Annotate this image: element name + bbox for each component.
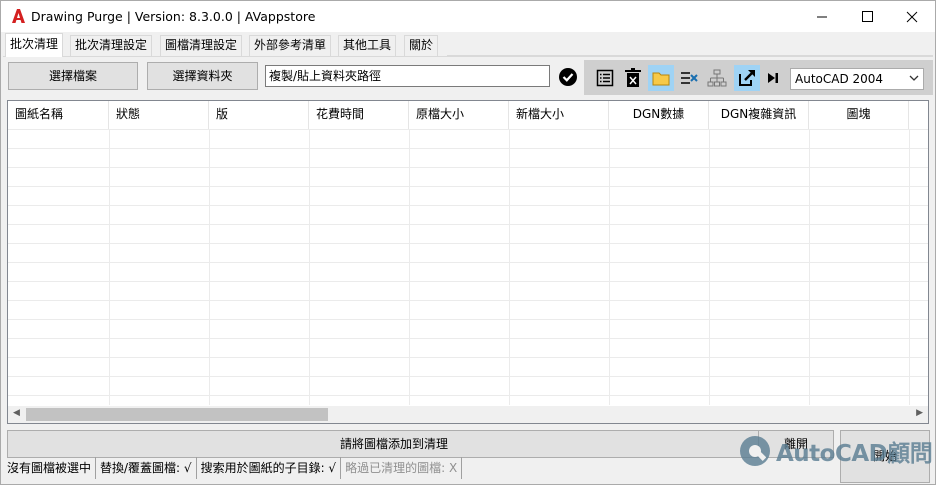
main-panel: 選擇檔案 選擇資料夾 複製/貼上資料夾路徑 AutoCAD 2004 圖紙名稱 … [3,56,933,484]
grid-col-line [909,129,910,405]
status-no-selection: 沒有圖檔被選中 [3,457,97,479]
status-skip-cleaned: 略過已清理的圖檔: X [341,457,463,479]
status-replace: 替換/覆蓋圖檔: √ [96,457,197,479]
maximize-icon [861,11,873,22]
grid-rows [8,129,928,405]
col-header-new-size[interactable]: 新檔大小 [509,101,609,129]
scroll-right-icon[interactable]: ▶ [916,408,923,418]
grid-row-line [8,262,928,263]
app-window: Drawing Purge | Version: 8.3.0.0 | AVapp… [0,0,936,485]
grid-row-line [8,319,928,320]
tab-drawing-settings[interactable]: 圖檔清理設定 [160,35,243,56]
minimize-icon [816,16,827,18]
start-button[interactable]: 開始 [840,430,930,483]
tab-batch-purge[interactable]: 批次清理 [5,33,64,57]
grid-col-line [809,129,810,405]
grid-row-line [8,148,928,149]
grid-row-line [8,129,928,130]
confirm-check-icon[interactable] [558,67,578,87]
autocad-version-select[interactable]: AutoCAD 2004 [790,68,924,90]
col-header-dgn-data[interactable]: DGN數據 [609,101,709,129]
col-header-name[interactable]: 圖紙名稱 [8,101,109,129]
grid-row-line [8,338,928,339]
select-folder-button[interactable]: 選擇資料夾 [147,62,258,90]
horizontal-scrollbar[interactable]: ◀ ▶ [8,406,928,423]
tab-strip: 批次清理 批次清理設定 圖檔清理設定 外部參考清單 其他工具 關於 [1,33,935,57]
tool-icon-bar: AutoCAD 2004 [584,60,933,95]
close-button[interactable] [889,1,935,32]
window-title: Drawing Purge | Version: 8.3.0.0 | AVapp… [31,9,316,24]
tree-icon[interactable] [704,65,730,91]
col-header-blocks[interactable]: 圖塊 [809,101,909,129]
export-icon[interactable] [734,65,760,91]
col-header-version[interactable]: 版 [209,101,309,129]
grid-col-line [309,129,310,405]
status-search-subdirs: 搜索用於圖紙的子目錄: √ [197,457,342,479]
minimize-button[interactable] [799,1,845,32]
col-header-time[interactable]: 花費時間 [309,101,409,129]
grid-row-line [8,224,928,225]
delete-icon[interactable] [620,65,646,91]
grid-row-line [8,186,928,187]
add-drawings-prompt-button[interactable]: 請將圖檔添加到清理 [7,430,781,458]
grid-col-line [109,129,110,405]
col-header-orig-size[interactable]: 原檔大小 [409,101,509,129]
title-bar: Drawing Purge | Version: 8.3.0.0 | AVapp… [1,1,935,32]
status-bar: 沒有圖檔被選中 替換/覆蓋圖檔: √ 搜索用於圖紙的子目錄: √ 略過已清理的圖… [3,457,463,479]
version-selected-value: AutoCAD 2004 [795,72,884,86]
grid-row-line [8,205,928,206]
col-header-status[interactable]: 狀態 [109,101,209,129]
grid-row-line [8,300,928,301]
autocad-logo-icon [12,9,25,23]
maximize-button[interactable] [844,1,890,32]
chevron-down-icon [909,75,919,81]
drawings-grid[interactable]: 圖紙名稱 狀態 版 花費時間 原檔大小 新檔大小 DGN數據 DGN複雜資訊 圖… [7,100,929,424]
grid-col-line [709,129,710,405]
skip-to-end-icon[interactable] [760,65,786,91]
list-icon[interactable] [592,65,618,91]
folder-icon[interactable] [648,65,674,91]
folder-path-input[interactable]: 複製/貼上資料夾路徑 [265,65,550,87]
tab-batch-settings[interactable]: 批次清理設定 [70,35,153,56]
tab-other-tools[interactable]: 其他工具 [338,35,397,56]
col-header-dgn-complex[interactable]: DGN複雜資訊 [709,101,809,129]
grid-col-line [209,129,210,405]
exit-button[interactable]: 離開 [758,430,834,458]
clear-list-icon[interactable] [676,65,702,91]
grid-row-line [8,243,928,244]
grid-col-line [509,129,510,405]
grid-col-line [409,129,410,405]
tab-about[interactable]: 關於 [404,35,439,56]
grid-header: 圖紙名稱 狀態 版 花費時間 原檔大小 新檔大小 DGN數據 DGN複雜資訊 圖… [8,101,928,129]
grid-col-line [609,129,610,405]
scroll-left-icon[interactable]: ◀ [13,408,20,418]
grid-row-line [8,357,928,358]
select-files-button[interactable]: 選擇檔案 [8,62,138,90]
scroll-thumb[interactable] [26,408,328,421]
grid-row-line [8,281,928,282]
tab-xref-list[interactable]: 外部參考清單 [249,35,332,56]
grid-row-line [8,167,928,168]
grid-row-line [8,376,928,377]
grid-row-line [8,395,928,396]
close-icon [906,11,918,22]
